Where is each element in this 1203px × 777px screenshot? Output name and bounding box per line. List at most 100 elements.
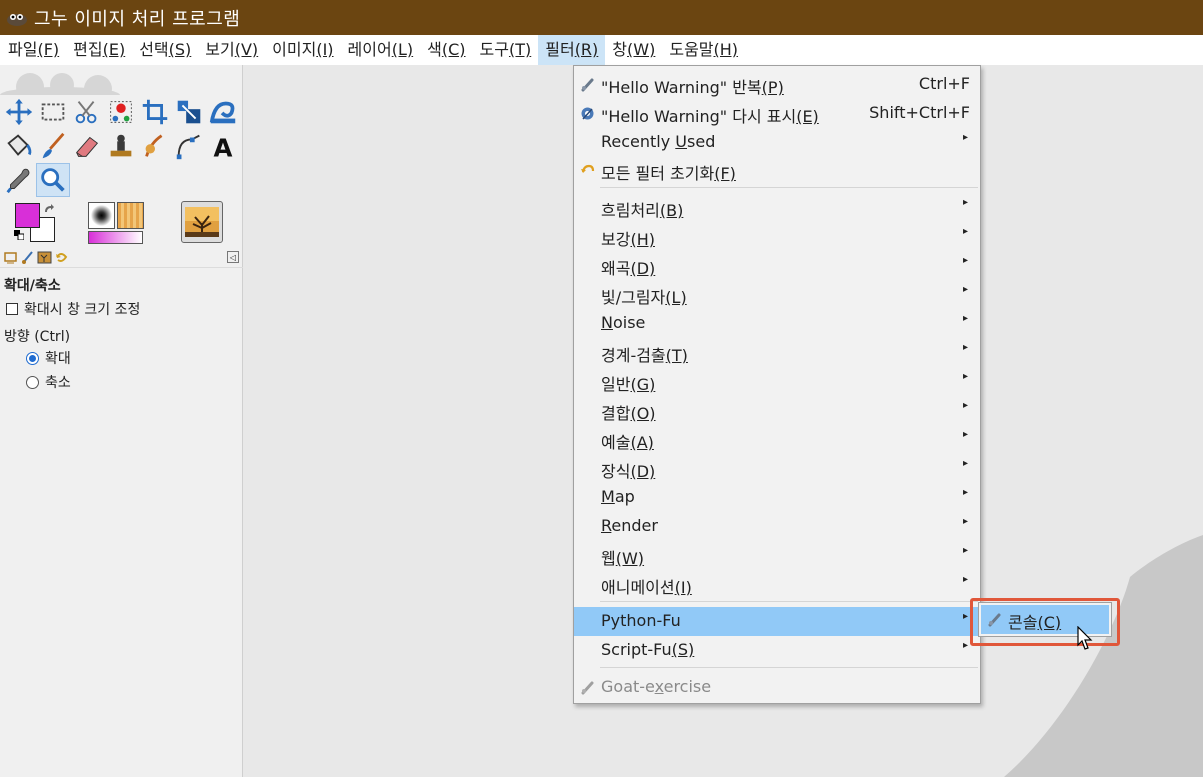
warp-tool-button[interactable]	[206, 95, 240, 129]
mnemonic: (I)	[674, 578, 692, 597]
menu-3[interactable]: 보기(V)	[198, 35, 265, 65]
menu-mnemonic: (E)	[102, 40, 126, 59]
resize-window-option[interactable]: 확대시 창 크기 조정	[6, 299, 140, 319]
menu-mnemonic: (H)	[713, 40, 739, 59]
label-text: sed	[687, 132, 716, 151]
zoom-out-radio[interactable]	[26, 375, 39, 389]
reshow-last-filter-item[interactable]: "Hello Warning" 다시 표시(E) Shift+Ctrl+F	[574, 99, 980, 128]
mnemonic: (B)	[659, 201, 684, 220]
wilber-drop-zone[interactable]	[0, 65, 243, 95]
menu-5[interactable]: 레이어(L)	[341, 35, 421, 65]
crop-tool-button[interactable]	[138, 95, 172, 129]
menu-item-label: 빛/그림자(L)	[601, 284, 687, 308]
mnemonic: (S)	[671, 640, 695, 659]
crop-icon	[142, 99, 168, 125]
menu-4[interactable]: 이미지(I)	[265, 35, 340, 65]
menu-item-label: 보강(H)	[601, 226, 655, 250]
zoom-in-radio[interactable]	[26, 351, 39, 365]
mnemonic: (D)	[630, 462, 656, 481]
dock-tab-strip: ◁	[0, 248, 243, 268]
filter-category-item[interactable]: 빛/그림자(L) ▸	[574, 280, 980, 309]
menu-2[interactable]: 선택(S)	[132, 35, 198, 65]
filter-category-item[interactable]: Render ▸	[574, 512, 980, 541]
menu-7[interactable]: 도구(T)	[473, 35, 539, 65]
menu-9[interactable]: 창(W)	[605, 35, 662, 65]
scissors-select-tool-button[interactable]	[70, 95, 104, 129]
paths-tool-button[interactable]	[172, 129, 206, 163]
text-tool-button[interactable]: A	[206, 129, 240, 163]
recently-used-item[interactable]: Recently Used ▸	[574, 128, 980, 157]
filter-category-item[interactable]: Noise ▸	[574, 309, 980, 338]
zoom-tool-button[interactable]	[36, 163, 70, 197]
gradient-preview[interactable]	[88, 231, 143, 244]
bucket-fill-tool-button[interactable]	[2, 129, 36, 163]
filter-category-item[interactable]: Map ▸	[574, 483, 980, 512]
label-text: 일반	[601, 375, 631, 394]
images-tab-icon[interactable]	[37, 250, 52, 265]
zoom-in-option[interactable]: 확대	[26, 348, 71, 368]
zoom-out-option[interactable]: 축소	[26, 372, 71, 392]
submenu-arrow-icon: ▸	[962, 545, 968, 556]
menu-10[interactable]: 도움말(H)	[662, 35, 745, 65]
menu-0[interactable]: 파일(F)	[0, 35, 66, 65]
script-fu-menu-item[interactable]: Script-Fu(S) ▸	[574, 636, 980, 665]
submenu-arrow-icon: ▸	[962, 640, 968, 651]
menu-item-label: 흐림처리(B)	[601, 197, 683, 221]
mnemonic: U	[675, 132, 688, 151]
foreground-select-tool-button[interactable]	[104, 95, 138, 129]
python-fu-menu-item[interactable]: Python-Fu ▸	[574, 607, 980, 636]
mnemonic: (H)	[630, 230, 655, 249]
menu-label: 색	[427, 40, 442, 59]
mnemonic: (F)	[714, 164, 736, 183]
brushes-tab-icon[interactable]	[20, 250, 35, 265]
menu-item-label: 경계-검출(T)	[601, 342, 688, 366]
menu-item-label: Goat-exercise	[601, 677, 711, 696]
label-text: 빛/그림자	[601, 288, 666, 307]
filter-category-item[interactable]: 웹(W) ▸	[574, 541, 980, 570]
resize-window-checkbox[interactable]	[6, 303, 18, 315]
move-tool-button[interactable]	[2, 95, 36, 129]
mnemonic: (G)	[630, 375, 656, 394]
filter-category-item[interactable]: 장식(D) ▸	[574, 454, 980, 483]
repeat-last-filter-item[interactable]: "Hello Warning" 반복(P) Ctrl+F	[574, 70, 980, 99]
filter-category-item[interactable]: 보강(H) ▸	[574, 222, 980, 251]
mnemonic: (D)	[630, 259, 656, 278]
menu-mnemonic: (L)	[391, 40, 414, 59]
undo-history-tab-icon[interactable]	[54, 250, 69, 265]
filters-dropdown-menu: "Hello Warning" 반복(P) Ctrl+F "Hello Warnin…	[573, 65, 981, 704]
reset-all-filters-item[interactable]: 모든 필터 초기화(F)	[574, 156, 980, 185]
goat-exercise-item: Goat-exercise	[574, 673, 980, 702]
scale-tool-button[interactable]	[172, 95, 206, 129]
filter-category-item[interactable]: 애니메이션(I) ▸	[574, 570, 980, 599]
brush-preview[interactable]	[88, 202, 115, 229]
menu-label: 이미지	[272, 40, 317, 59]
filter-category-item[interactable]: 경계-검출(T) ▸	[574, 338, 980, 367]
clone-tool-button[interactable]	[104, 129, 138, 163]
menu-separator	[600, 187, 978, 188]
default-colors-icon[interactable]	[14, 230, 24, 240]
active-image-preview[interactable]	[181, 201, 223, 243]
scale-icon	[177, 100, 201, 124]
menu-8[interactable]: 필터(R)	[538, 35, 606, 65]
filter-category-item[interactable]: 결합(O) ▸	[574, 396, 980, 425]
foreground-color-swatch[interactable]	[15, 203, 40, 228]
eraser-tool-button[interactable]	[70, 129, 104, 163]
zoom-in-label: 확대	[45, 351, 71, 367]
filter-category-item[interactable]: 예술(A) ▸	[574, 425, 980, 454]
move-icon	[5, 98, 33, 126]
label-text: ap	[614, 487, 635, 506]
smudge-tool-button[interactable]	[138, 129, 172, 163]
dock-menu-icon[interactable]: ◁	[227, 251, 239, 263]
swap-colors-icon[interactable]	[43, 203, 55, 215]
paintbrush-tool-button[interactable]	[36, 129, 70, 163]
filter-category-item[interactable]: 일반(G) ▸	[574, 367, 980, 396]
menu-6[interactable]: 색(C)	[420, 35, 472, 65]
color-picker-tool-button[interactable]	[2, 163, 36, 197]
pattern-preview[interactable]	[117, 202, 144, 229]
menu-item-label: Render	[601, 516, 658, 535]
menu-1[interactable]: 편집(E)	[66, 35, 132, 65]
filter-category-item[interactable]: 왜곡(D) ▸	[574, 251, 980, 280]
rect-select-tool-button[interactable]	[36, 95, 70, 129]
tool-options-tab-icon[interactable]	[3, 250, 18, 265]
filter-category-item[interactable]: 흐림처리(B) ▸	[574, 193, 980, 222]
